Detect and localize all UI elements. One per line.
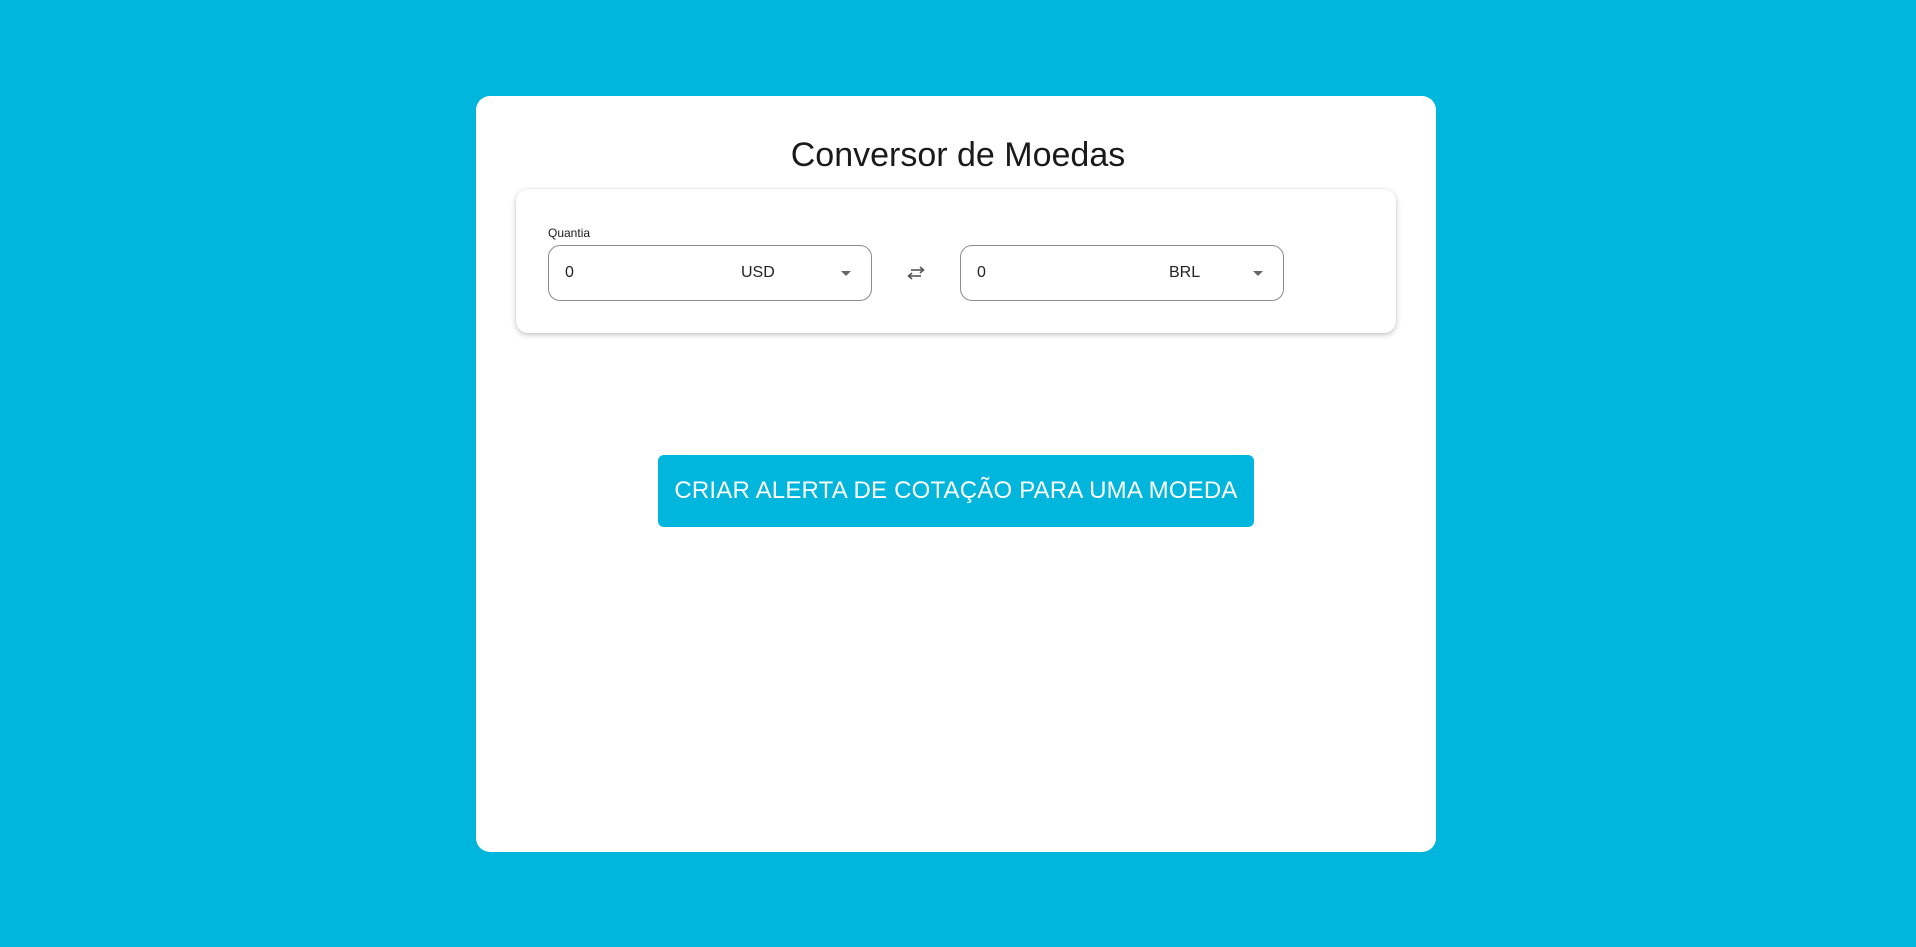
to-currency-field: BRL (960, 245, 1284, 301)
to-currency-dropdown-icon[interactable] (1253, 271, 1263, 276)
from-amount-input[interactable] (565, 246, 705, 300)
swap-arrows-icon-graphic (907, 266, 925, 280)
from-currency-field: USD (548, 245, 872, 301)
amount-label: Quantia (548, 226, 591, 240)
to-currency-select[interactable]: BRL (1169, 246, 1200, 300)
to-amount-input[interactable] (977, 246, 1117, 300)
page-title: Conversor de Moedas (790, 136, 1126, 174)
from-currency-select[interactable]: USD (741, 246, 775, 300)
page-background: Conversor de Moedas Quantia USD BRL CRIA… (0, 0, 1916, 947)
swap-arrows-icon[interactable] (902, 261, 930, 285)
from-currency-dropdown-icon[interactable] (841, 271, 851, 276)
create-alert-button[interactable]: CRIAR ALERTA DE COTAÇÃO PARA UMA MOEDA (658, 455, 1254, 527)
